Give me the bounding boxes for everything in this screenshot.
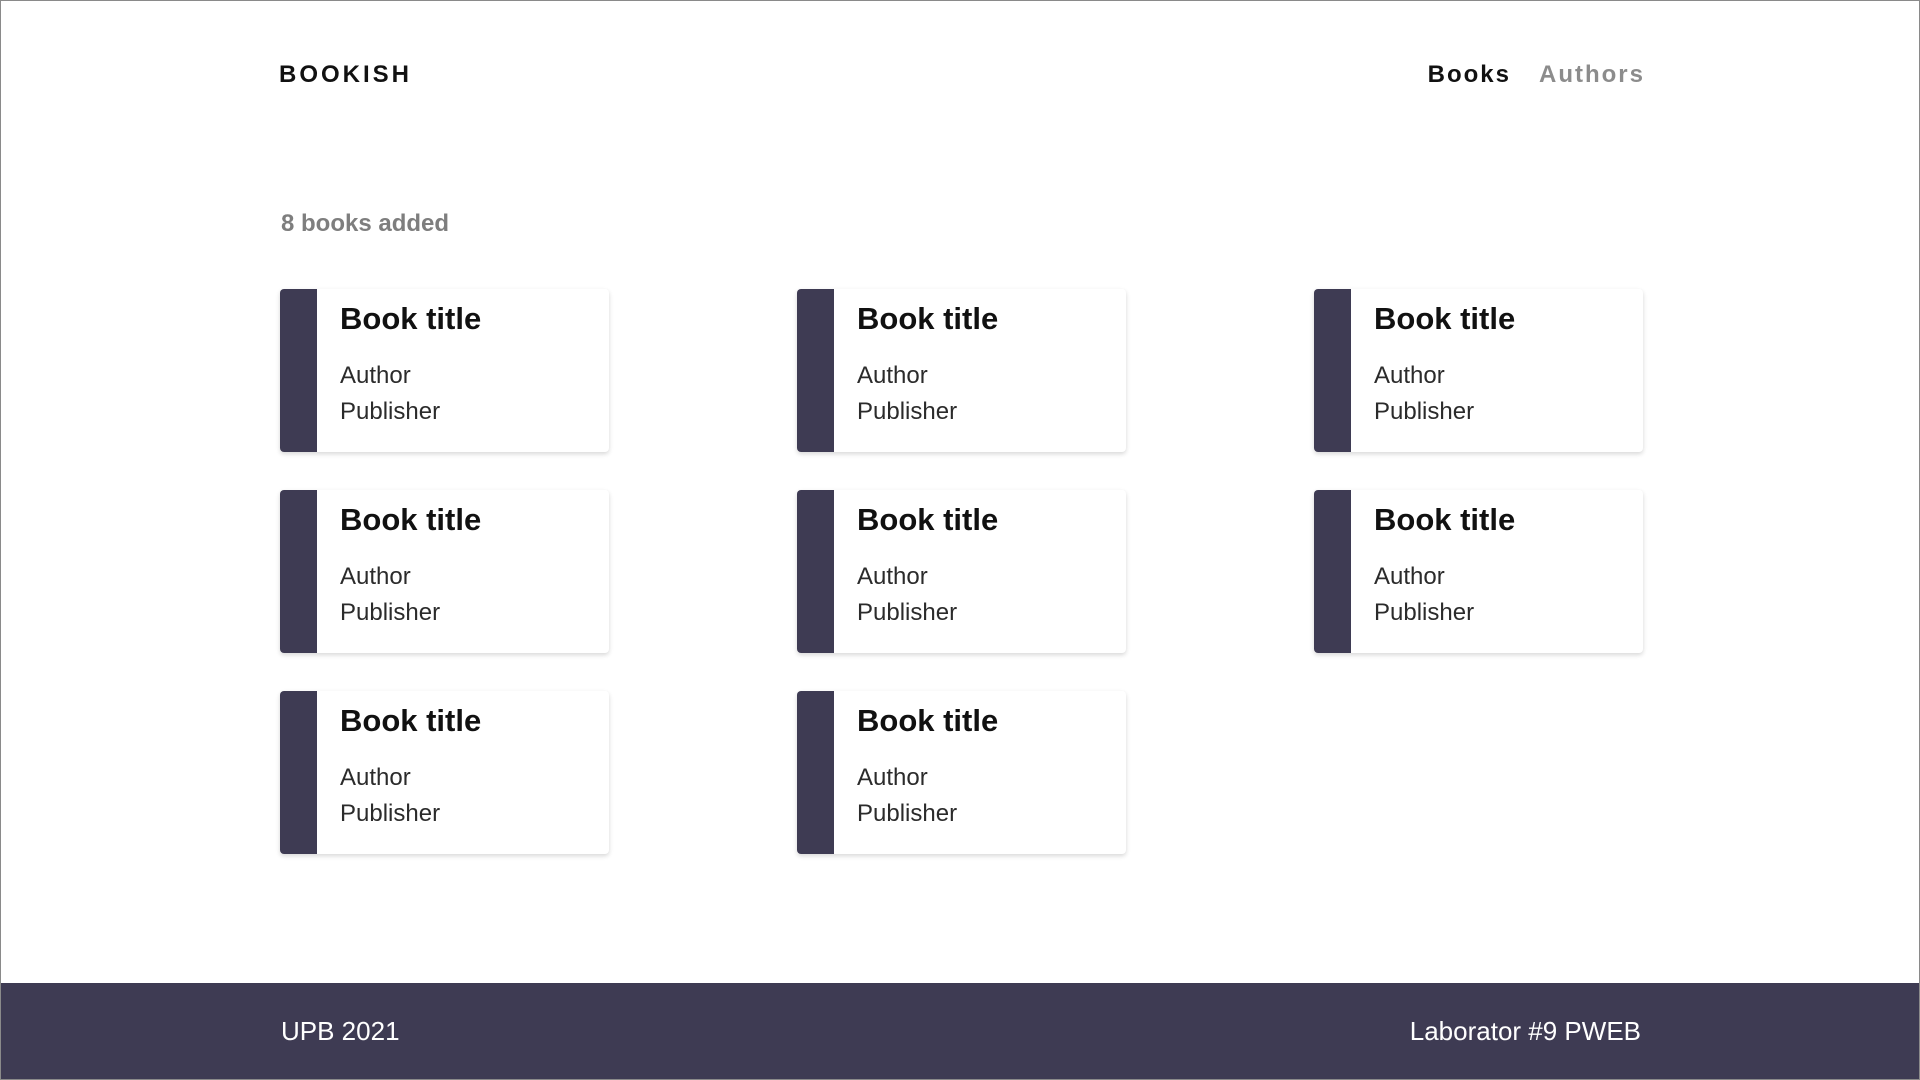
book-author: Author [857, 764, 928, 791]
book-card[interactable]: Book title Author Publisher [1314, 490, 1643, 653]
book-title: Book title [857, 502, 999, 537]
book-grid: Book title Author Publisher Book title A… [280, 289, 1644, 854]
book-spine [797, 289, 834, 452]
book-publisher: Publisher [1374, 398, 1475, 425]
nav-link-authors[interactable]: Authors [1539, 61, 1645, 89]
book-publisher: Publisher [857, 398, 958, 425]
book-title: Book title [340, 301, 482, 336]
book-author: Author [857, 362, 928, 389]
nav-link-books[interactable]: Books [1428, 61, 1511, 89]
books-count: 8 books added [281, 210, 450, 237]
book-author: Author [857, 563, 928, 590]
book-spine [280, 490, 317, 653]
footer-copyright: UPB 2021 [281, 1016, 400, 1046]
book-card[interactable]: Book title Author Publisher [797, 490, 1126, 653]
book-card[interactable]: Book title Author Publisher [797, 289, 1126, 452]
book-publisher: Publisher [857, 800, 958, 827]
book-title: Book title [857, 301, 999, 336]
book-author: Author [340, 764, 411, 791]
book-spine [280, 691, 317, 854]
book-author: Author [1374, 362, 1445, 389]
main-nav: Books Authors [1428, 61, 1645, 89]
book-publisher: Publisher [340, 800, 441, 827]
footer: UPB 2021 Laborator #9 PWEB [1, 983, 1919, 1079]
book-spine [797, 490, 834, 653]
book-card[interactable]: Book title Author Publisher [797, 691, 1126, 854]
book-title: Book title [1374, 301, 1516, 336]
book-spine [1314, 490, 1351, 653]
footer-lab-label: Laborator #9 PWEB [1409, 1016, 1641, 1046]
book-publisher: Publisher [1374, 599, 1475, 626]
book-card[interactable]: Book title Author Publisher [1314, 289, 1643, 452]
book-publisher: Publisher [340, 599, 441, 626]
book-title: Book title [340, 703, 482, 738]
book-publisher: Publisher [340, 398, 441, 425]
book-publisher: Publisher [857, 599, 958, 626]
book-title: Book title [1374, 502, 1516, 537]
book-spine [1314, 289, 1351, 452]
book-title: Book title [340, 502, 482, 537]
book-spine [797, 691, 834, 854]
book-title: Book title [857, 703, 999, 738]
book-card[interactable]: Book title Author Publisher [280, 691, 609, 854]
book-spine [280, 289, 317, 452]
book-card[interactable]: Book title Author Publisher [280, 289, 609, 452]
page: BOOKISH Books Authors 8 books added Book… [0, 0, 1920, 1080]
book-author: Author [340, 362, 411, 389]
book-author: Author [1374, 563, 1445, 590]
brand-logo[interactable]: BOOKISH [279, 61, 412, 89]
book-card[interactable]: Book title Author Publisher [280, 490, 609, 653]
book-author: Author [340, 563, 411, 590]
